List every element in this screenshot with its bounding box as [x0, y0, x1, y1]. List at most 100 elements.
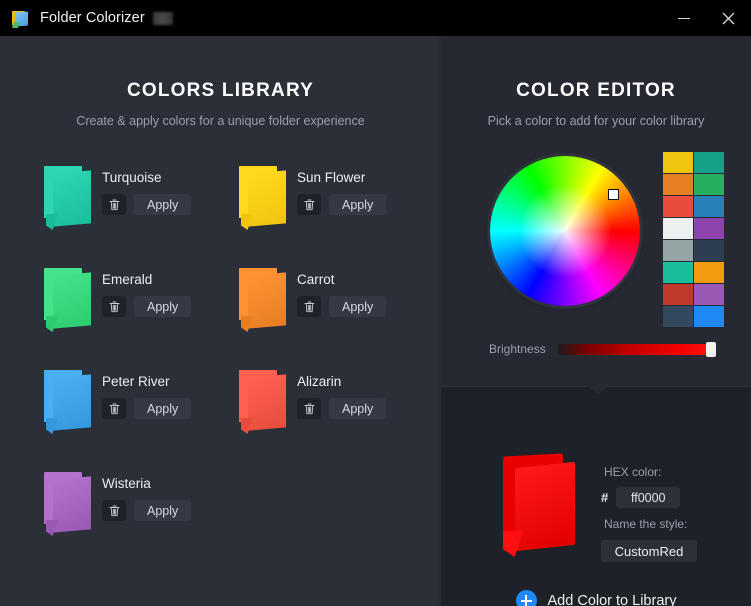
brightness-slider-knob[interactable] — [706, 341, 716, 357]
delete-color-button[interactable] — [102, 398, 126, 419]
hex-color-row: # ff0000 — [601, 487, 681, 508]
app-icon — [10, 8, 30, 28]
library-subtitle: Create & apply colors for a unique folde… — [76, 114, 365, 128]
brightness-label: Brightness — [489, 342, 546, 356]
color-swatch[interactable] — [663, 218, 693, 239]
color-swatch[interactable] — [663, 284, 693, 305]
hex-color-input[interactable]: ff0000 — [616, 487, 681, 508]
color-swatch[interactable] — [694, 218, 724, 239]
color-swatch[interactable] — [663, 240, 693, 261]
folder-icon — [38, 364, 94, 434]
color-library-item: Wisteria Apply — [30, 464, 225, 566]
color-actions: Apply — [102, 194, 192, 215]
minimize-icon — [677, 17, 690, 19]
apply-color-button[interactable]: Apply — [329, 398, 387, 419]
color-swatch[interactable] — [694, 152, 724, 173]
style-name-input[interactable]: CustomRed — [601, 540, 697, 562]
color-picker-section: COLOR EDITOR Pick a color to add for you… — [441, 36, 751, 386]
color-name: Sun Flower — [297, 170, 366, 185]
color-swatch[interactable] — [663, 262, 693, 283]
delete-color-button[interactable] — [102, 194, 126, 215]
color-swatch[interactable] — [694, 174, 724, 195]
trash-icon — [109, 199, 119, 210]
color-library-item: Emerald Apply — [30, 260, 225, 362]
editor-subtitle: Pick a color to add for your color libra… — [487, 114, 705, 128]
color-library-item: Turquoise Apply — [30, 158, 225, 260]
folder-icon — [38, 466, 94, 536]
colors-library-panel: COLORS LIBRARY Create & apply colors for… — [0, 36, 441, 606]
folder-icon — [233, 160, 289, 230]
trash-icon — [109, 505, 119, 516]
color-swatch[interactable] — [663, 152, 693, 173]
apply-color-button[interactable]: Apply — [329, 296, 387, 317]
color-actions: Apply — [297, 194, 387, 215]
color-actions: Apply — [102, 398, 192, 419]
brightness-control: Brightness — [489, 341, 716, 357]
add-color-label: Add Color to Library — [547, 592, 677, 606]
color-details-section: HEX color: # ff0000 Name the style: Cust… — [441, 386, 751, 606]
trash-icon — [304, 199, 314, 210]
trash-icon — [304, 403, 314, 414]
color-swatch[interactable] — [694, 284, 724, 305]
delete-color-button[interactable] — [297, 194, 321, 215]
color-swatch[interactable] — [694, 306, 724, 327]
minimize-button[interactable] — [661, 0, 706, 36]
hue-wheel-icon[interactable] — [490, 156, 640, 306]
apply-color-button[interactable]: Apply — [134, 296, 192, 317]
apply-color-button[interactable]: Apply — [329, 194, 387, 215]
section-divider-notch — [587, 386, 609, 394]
folder-icon — [233, 262, 289, 332]
color-swatch[interactable] — [663, 306, 693, 327]
brightness-slider-track[interactable] — [557, 341, 716, 357]
trash-icon — [109, 301, 119, 312]
color-swatch[interactable] — [694, 196, 724, 217]
color-actions: Apply — [297, 398, 387, 419]
color-actions: Apply — [102, 296, 192, 317]
color-swatch[interactable] — [694, 262, 724, 283]
apply-color-button[interactable]: Apply — [134, 194, 192, 215]
hash-prefix: # — [601, 490, 609, 505]
folder-icon — [38, 262, 94, 332]
color-actions: Apply — [297, 296, 387, 317]
redacted-label — [152, 11, 173, 25]
wheel-selector-handle[interactable] — [608, 189, 619, 200]
library-title: COLORS LIBRARY — [126, 80, 315, 101]
color-library-item: Peter River Apply — [30, 362, 225, 464]
delete-color-button[interactable] — [102, 296, 126, 317]
plus-circle-icon — [515, 590, 537, 606]
add-color-button[interactable]: Add Color to Library — [441, 590, 751, 606]
folder-colorizer-window: Folder Colorizer COLORS LIBRARY Create &… — [0, 0, 751, 606]
delete-color-button[interactable] — [297, 398, 321, 419]
color-name: Wisteria — [102, 476, 151, 491]
folder-preview — [491, 447, 579, 557]
folder-icon — [38, 160, 94, 230]
color-library-item: Alizarin Apply — [225, 362, 420, 464]
color-name: Peter River — [102, 374, 170, 389]
trash-icon — [109, 403, 119, 414]
apply-color-button[interactable]: Apply — [134, 398, 192, 419]
color-swatch[interactable] — [694, 240, 724, 261]
close-icon — [722, 12, 735, 24]
color-name: Carrot — [297, 272, 335, 287]
style-name-label: Name the style: — [604, 517, 688, 531]
color-swatch[interactable] — [663, 196, 693, 217]
colors-grid: Turquoise Apply Sun Flower Apply Emerald Appl… — [30, 158, 420, 566]
close-button[interactable] — [706, 0, 751, 36]
color-name: Turquoise — [102, 170, 162, 185]
preset-swatch-grid — [663, 152, 724, 327]
color-name: Emerald — [102, 272, 153, 287]
color-library-item: Sun Flower Apply — [225, 158, 420, 260]
window-title: Folder Colorizer — [40, 10, 145, 26]
folder-icon — [233, 364, 289, 434]
title-bar: Folder Colorizer — [0, 0, 751, 36]
delete-color-button[interactable] — [102, 500, 126, 521]
delete-color-button[interactable] — [297, 296, 321, 317]
color-name: Alizarin — [297, 374, 342, 389]
apply-color-button[interactable]: Apply — [134, 500, 192, 521]
color-library-item: Carrot Apply — [225, 260, 420, 362]
color-editor-panel: COLOR EDITOR Pick a color to add for you… — [441, 36, 751, 606]
trash-icon — [304, 301, 314, 312]
editor-title: COLOR EDITOR — [516, 80, 676, 101]
color-wheel[interactable] — [490, 156, 640, 306]
color-swatch[interactable] — [663, 174, 693, 195]
